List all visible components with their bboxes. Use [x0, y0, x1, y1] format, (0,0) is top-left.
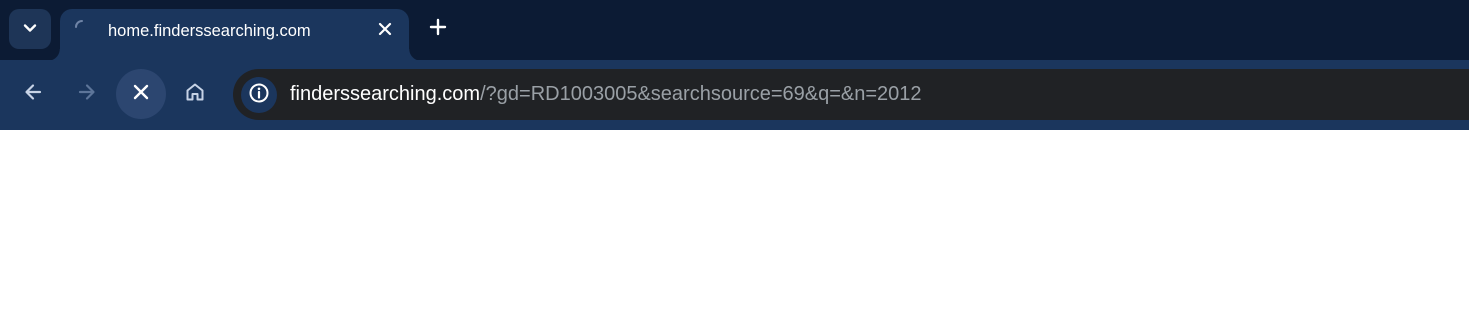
url-host: finderssearching.com: [290, 83, 481, 105]
tab-search-button[interactable]: [9, 9, 51, 49]
url-text[interactable]: finderssearching.com/?gd=RD1003005&searc…: [290, 83, 922, 106]
arrow-right-icon: [77, 82, 97, 107]
page-content: [0, 130, 1469, 316]
back-button[interactable]: [8, 69, 58, 119]
tab-close-button[interactable]: [374, 20, 396, 42]
tab-title: home.finderssearching.com: [108, 22, 311, 40]
chevron-down-icon: [23, 20, 37, 38]
info-icon: [248, 82, 270, 109]
arrow-left-icon: [23, 82, 43, 107]
stop-loading-button[interactable]: [116, 69, 166, 119]
close-icon: [132, 83, 150, 106]
home-button[interactable]: [170, 69, 220, 119]
forward-button[interactable]: [62, 69, 112, 119]
plus-icon: [429, 18, 447, 41]
toolbar: finderssearching.com/?gd=RD1003005&searc…: [0, 60, 1469, 130]
address-bar[interactable]: finderssearching.com/?gd=RD1003005&searc…: [233, 69, 1469, 120]
url-path: /?gd=RD1003005&searchsource=69&q=&n=2012: [480, 83, 922, 105]
spinner-icon: [74, 19, 90, 35]
close-icon: [378, 22, 392, 41]
tab-strip: home.finderssearching.com: [0, 0, 1469, 61]
site-info-button[interactable]: [241, 77, 277, 113]
home-icon: [184, 81, 206, 108]
new-tab-button[interactable]: [424, 15, 452, 43]
tab-active[interactable]: home.finderssearching.com: [48, 9, 421, 61]
